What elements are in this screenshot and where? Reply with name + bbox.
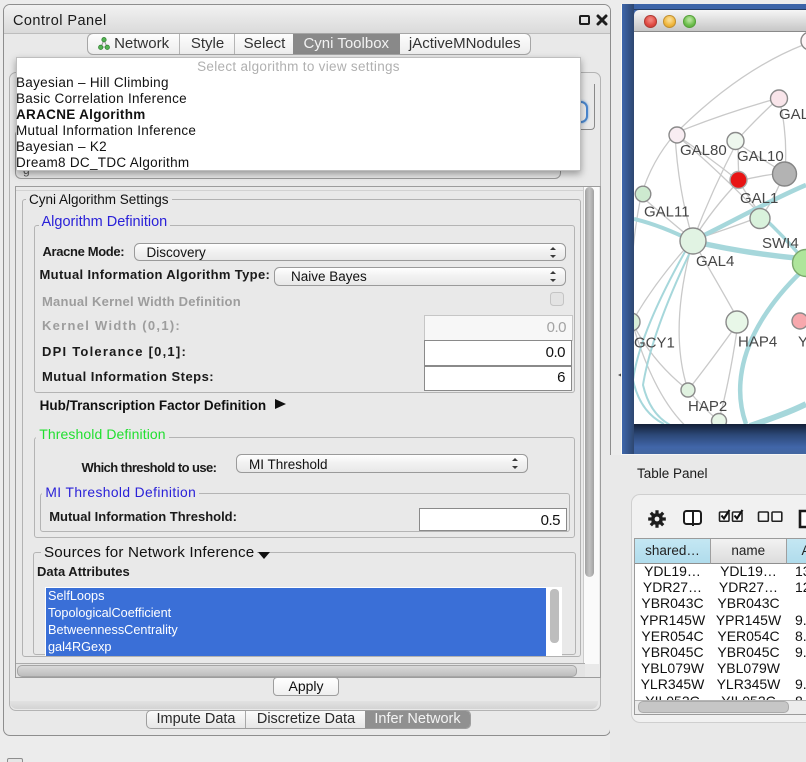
svg-text:SWI4: SWI4 (762, 235, 799, 252)
svg-text:HAP2: HAP2 (688, 398, 727, 415)
svg-text:Y: Y (798, 334, 806, 351)
svg-text:GAL1: GAL1 (740, 190, 778, 207)
svg-text:GCY1: GCY1 (634, 335, 675, 352)
svg-text:GAL80: GAL80 (680, 142, 727, 159)
svg-text:GAL10: GAL10 (737, 148, 784, 165)
svg-text:GAL4: GAL4 (696, 253, 734, 270)
svg-text:GAL11: GAL11 (644, 204, 690, 221)
svg-text:GAL8: GAL8 (779, 106, 806, 123)
svg-text:HAP4: HAP4 (738, 334, 777, 351)
